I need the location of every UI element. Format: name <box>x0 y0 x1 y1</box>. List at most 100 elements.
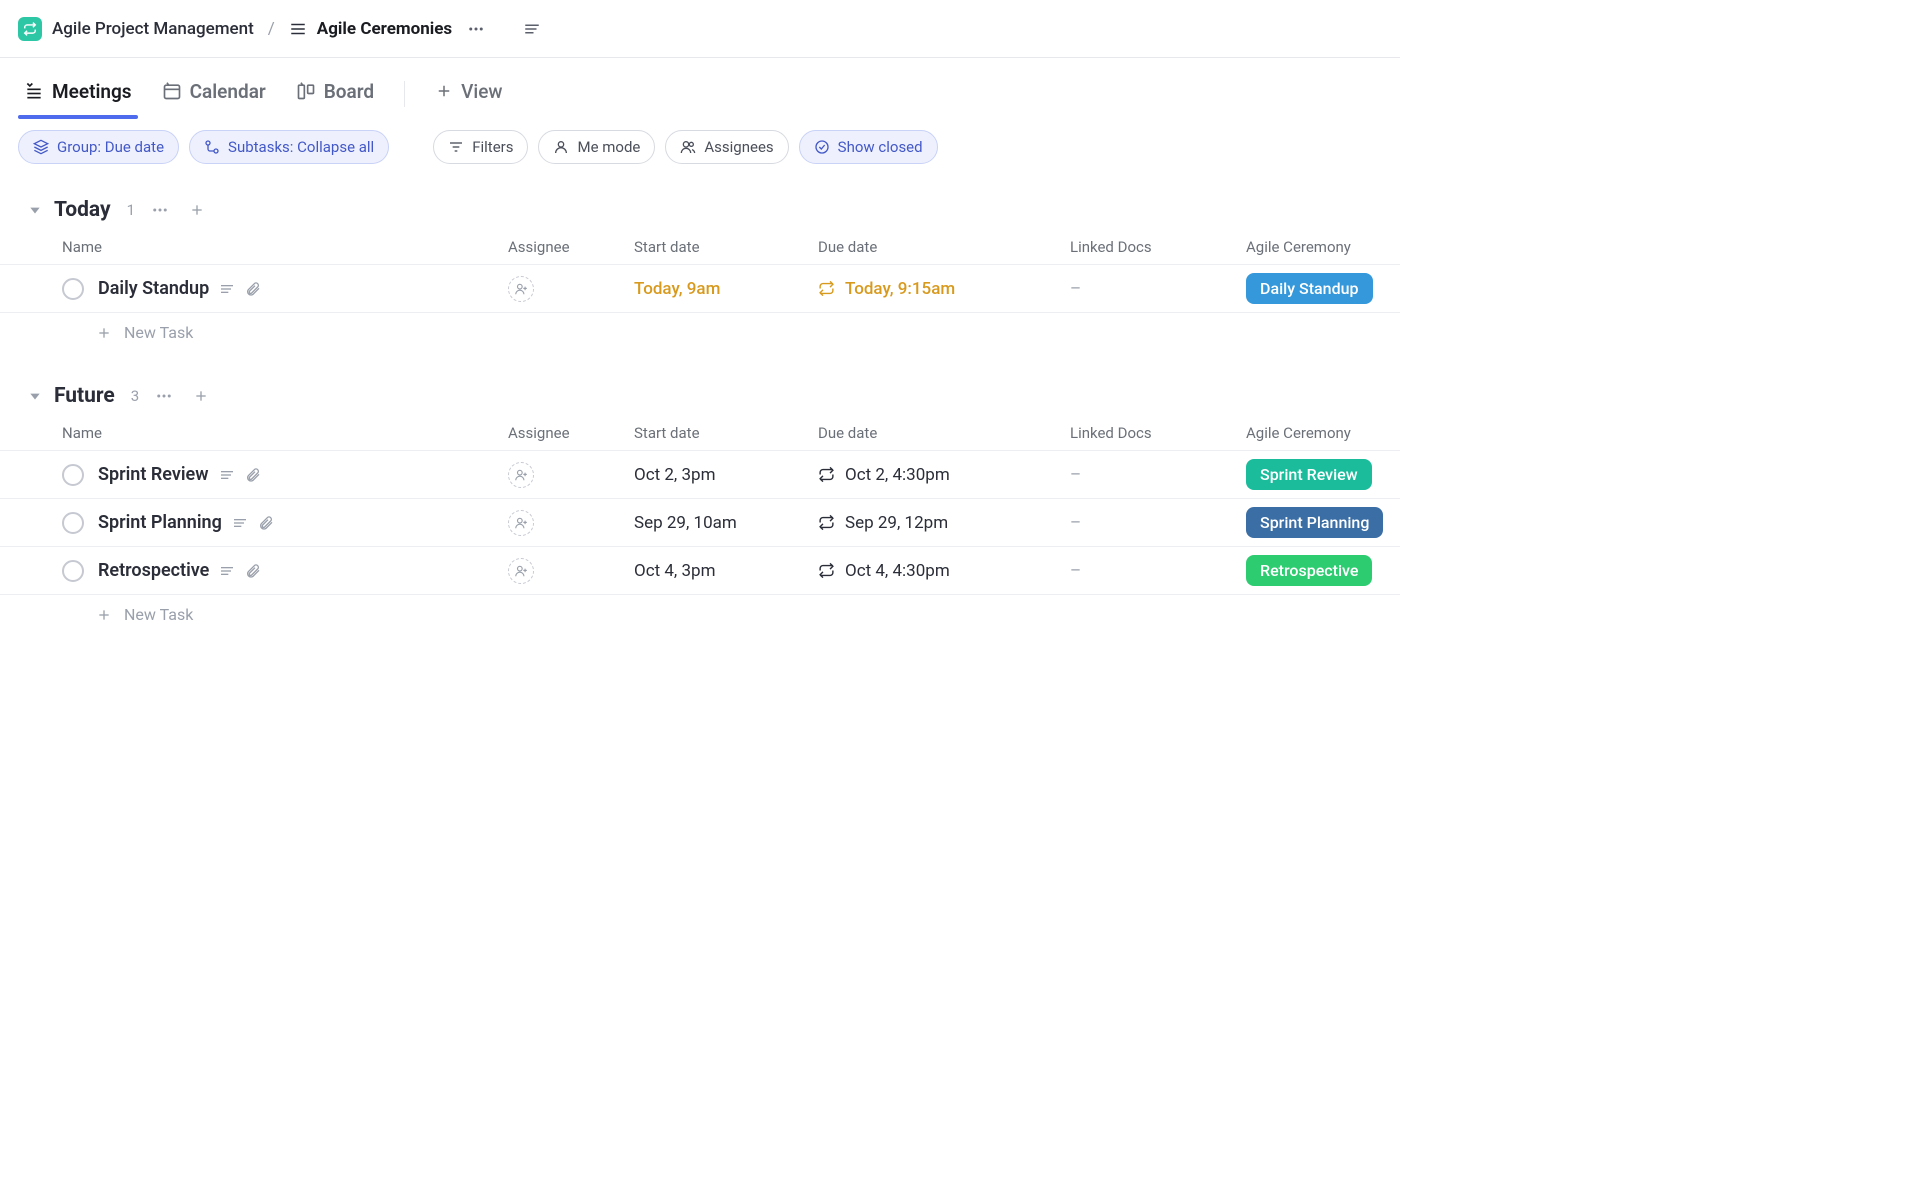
pill-label: Group: Due date <box>57 138 164 156</box>
linked-docs[interactable]: – <box>1070 465 1246 485</box>
description-icon[interactable] <box>219 467 235 483</box>
start-date[interactable]: Oct 2, 3pm <box>634 465 818 485</box>
tab-meetings[interactable]: Meetings <box>18 70 138 119</box>
view-tabs: Meetings Calendar Board View <box>0 58 1400 118</box>
due-date[interactable]: Oct 4, 4:30pm <box>818 561 1070 581</box>
due-date[interactable]: Today, 9:15am <box>818 279 1070 299</box>
linked-docs[interactable]: – <box>1070 279 1246 299</box>
pill-label: Subtasks: Collapse all <box>228 138 374 156</box>
pill-label: Filters <box>472 138 513 156</box>
calendar-icon <box>162 81 182 101</box>
start-date[interactable]: Sep 29, 10am <box>634 513 818 533</box>
description-icon[interactable] <box>219 281 235 297</box>
ceremony-tag[interactable]: Retrospective <box>1246 555 1372 586</box>
assign-button[interactable] <box>508 462 534 488</box>
assignees-pill[interactable]: Assignees <box>665 130 788 164</box>
ceremony-tag[interactable]: Sprint Planning <box>1246 507 1383 538</box>
add-view-button[interactable]: View <box>429 70 508 119</box>
status-checkbox[interactable] <box>62 512 84 534</box>
col-start[interactable]: Start date <box>634 238 818 256</box>
due-date[interactable]: Sep 29, 12pm <box>818 513 1070 533</box>
group-add-button[interactable] <box>185 200 209 220</box>
plus-icon <box>96 607 112 623</box>
recurring-icon <box>818 280 835 297</box>
col-linked[interactable]: Linked Docs <box>1070 424 1246 442</box>
start-date[interactable]: Oct 4, 3pm <box>634 561 818 581</box>
show-closed-pill[interactable]: Show closed <box>799 130 938 164</box>
col-name[interactable]: Name <box>62 238 508 256</box>
group-add-button[interactable] <box>189 386 213 406</box>
task-name[interactable]: Retrospective <box>98 560 209 581</box>
status-checkbox[interactable] <box>62 560 84 582</box>
people-icon <box>680 139 696 155</box>
recurring-icon <box>818 562 835 579</box>
list-name[interactable]: Agile Ceremonies <box>317 19 452 39</box>
col-assignee[interactable]: Assignee <box>508 238 634 256</box>
tabs-divider <box>404 81 405 107</box>
ceremony-tag[interactable]: Daily Standup <box>1246 273 1373 304</box>
doc-lines-button[interactable] <box>518 15 546 43</box>
tab-label: Calendar <box>190 80 266 103</box>
list-icon <box>289 20 307 38</box>
col-ceremony[interactable]: Agile Ceremony <box>1246 238 1402 256</box>
tab-label: Meetings <box>52 80 132 103</box>
assign-button[interactable] <box>508 510 534 536</box>
task-name[interactable]: Sprint Planning <box>98 512 222 533</box>
board-icon <box>296 81 316 101</box>
tab-board[interactable]: Board <box>290 70 380 119</box>
space-icon <box>18 17 42 41</box>
column-header: Name Assignee Start date Due date Linked… <box>0 228 1400 265</box>
plus-icon <box>435 82 453 100</box>
group-more-button[interactable] <box>151 385 177 407</box>
description-icon[interactable] <box>219 563 235 579</box>
linked-docs[interactable]: – <box>1070 561 1246 581</box>
col-name[interactable]: Name <box>62 424 508 442</box>
layers-icon <box>33 139 49 155</box>
status-checkbox[interactable] <box>62 464 84 486</box>
description-icon[interactable] <box>232 515 248 531</box>
col-due[interactable]: Due date <box>818 238 1070 256</box>
pill-label: Assignees <box>704 138 773 156</box>
new-task-label: New Task <box>124 605 193 624</box>
task-row[interactable]: Retrospective Oct 4, 3pm Oct 4, 4:30pm –… <box>0 547 1400 595</box>
pill-label: Me mode <box>577 138 640 156</box>
task-row[interactable]: Daily Standup Today, 9am Today, 9:15am –… <box>0 265 1400 313</box>
attachment-icon[interactable] <box>245 563 261 579</box>
start-date[interactable]: Today, 9am <box>634 279 818 299</box>
assign-button[interactable] <box>508 558 534 584</box>
attachment-icon[interactable] <box>245 467 261 483</box>
subtasks-pill[interactable]: Subtasks: Collapse all <box>189 130 389 164</box>
linked-docs[interactable]: – <box>1070 513 1246 533</box>
collapse-caret[interactable] <box>28 389 42 403</box>
col-ceremony[interactable]: Agile Ceremony <box>1246 424 1402 442</box>
tab-calendar[interactable]: Calendar <box>156 70 272 119</box>
col-start[interactable]: Start date <box>634 424 818 442</box>
space-name[interactable]: Agile Project Management <box>52 19 254 39</box>
status-checkbox[interactable] <box>62 278 84 300</box>
me-mode-pill[interactable]: Me mode <box>538 130 655 164</box>
col-due[interactable]: Due date <box>818 424 1070 442</box>
col-assignee[interactable]: Assignee <box>508 424 634 442</box>
task-name[interactable]: Daily Standup <box>98 278 209 299</box>
collapse-caret[interactable] <box>28 203 42 217</box>
due-date[interactable]: Oct 2, 4:30pm <box>818 465 1070 485</box>
filters-pill[interactable]: Filters <box>433 130 528 164</box>
col-linked[interactable]: Linked Docs <box>1070 238 1246 256</box>
recurring-icon <box>818 514 835 531</box>
breadcrumb-separator: / <box>264 19 279 39</box>
group-count: 1 <box>127 201 135 219</box>
new-task-button-today[interactable]: New Task <box>0 313 1400 354</box>
more-options-button[interactable] <box>462 15 490 43</box>
attachment-icon[interactable] <box>258 515 274 531</box>
task-row[interactable]: Sprint Review Oct 2, 3pm Oct 2, 4:30pm –… <box>0 451 1400 499</box>
group-more-button[interactable] <box>147 199 173 221</box>
task-name[interactable]: Sprint Review <box>98 464 209 485</box>
ceremony-tag[interactable]: Sprint Review <box>1246 459 1372 490</box>
group-pill[interactable]: Group: Due date <box>18 130 179 164</box>
new-task-button-future[interactable]: New Task <box>0 595 1400 636</box>
assign-button[interactable] <box>508 276 534 302</box>
recurring-icon <box>818 466 835 483</box>
filter-icon <box>448 139 464 155</box>
task-row[interactable]: Sprint Planning Sep 29, 10am Sep 29, 12p… <box>0 499 1400 547</box>
attachment-icon[interactable] <box>245 281 261 297</box>
